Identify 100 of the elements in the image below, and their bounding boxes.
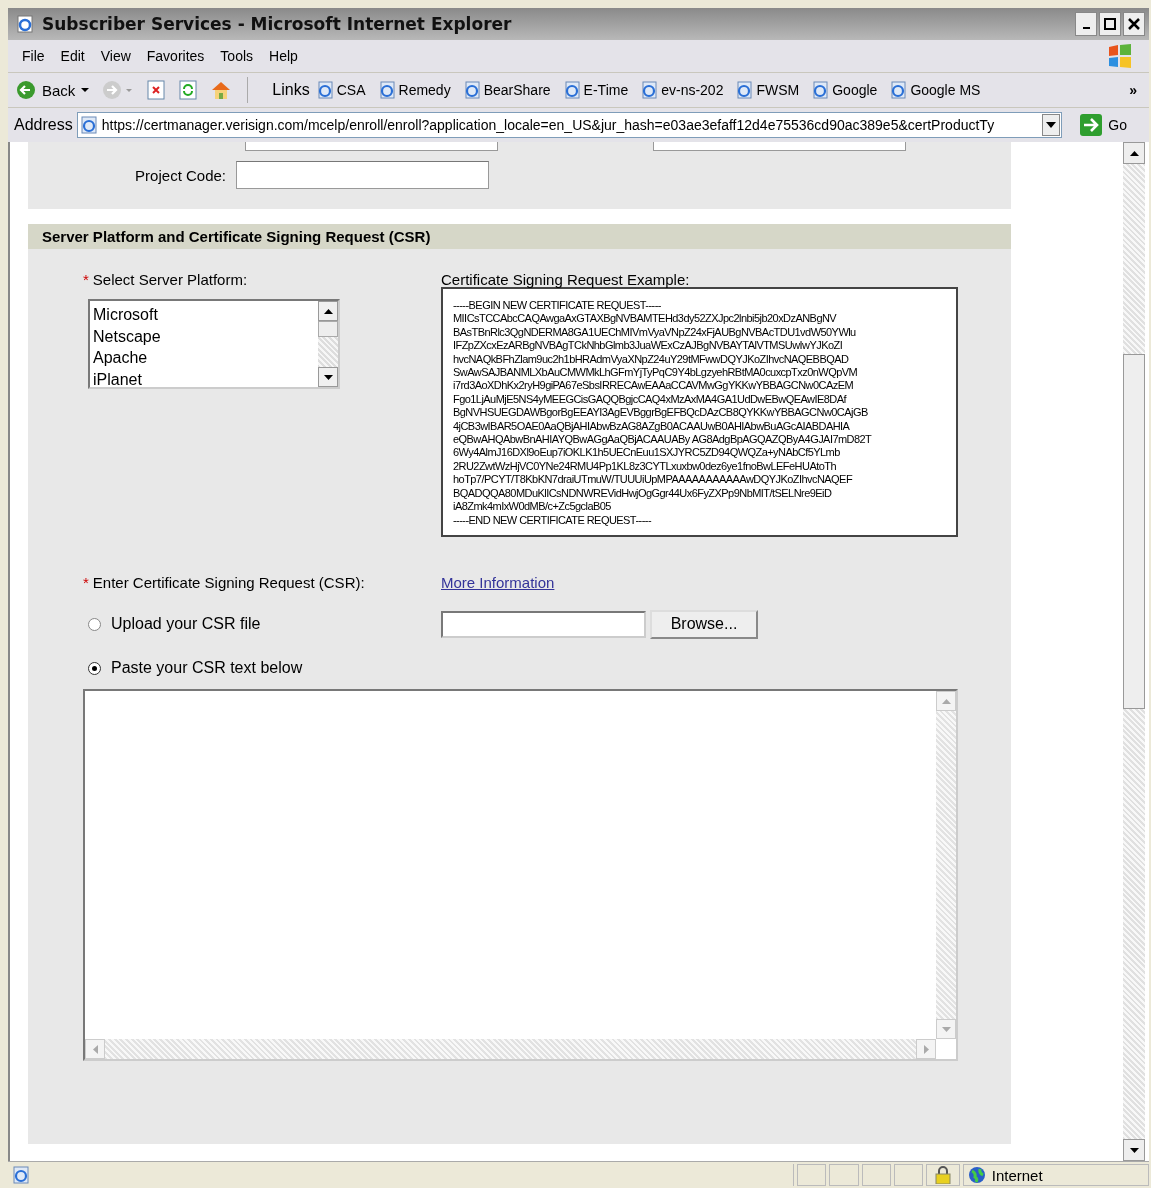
csr-line: BQADQQA80MDuKlICsNDNWREVidHwjOgGgr44Ux6FyZXPp9NbMIT/tSELNre9EiD <box>453 486 833 501</box>
scroll-left-button[interactable] <box>85 1039 105 1059</box>
project-code-field[interactable] <box>236 161 489 189</box>
close-button[interactable] <box>1123 12 1145 36</box>
csr-line: hoTp7/PCYT/T8KbKN7draiUTmuW/TUUUiUpMPAAAAAAAAAAAwDQYJKoZIhvcNAQEF <box>453 473 854 487</box>
page-icon <box>12 1166 30 1184</box>
field-label: Project Code: <box>134 166 226 184</box>
link-button[interactable]: Remedy <box>377 81 451 99</box>
radio-button[interactable] <box>88 617 101 631</box>
csr-line: iA8Zmk4mIxW0dMB/c+Zc5gclaB05 <box>453 500 612 514</box>
csr-line: IFZpZXcxEzARBgNVBAgTCkNhbGlmb3JuaWExCzAJBgNVBAYTAlVTMSUwIwYJKoZI <box>453 339 844 353</box>
more-links-button[interactable]: » <box>1129 82 1137 98</box>
minimize-button[interactable] <box>1075 12 1097 36</box>
list-option[interactable]: Apache <box>93 347 315 369</box>
link-button[interactable]: E-Time <box>562 81 629 99</box>
menu-item[interactable]: View <box>100 48 131 64</box>
csr-line: SwAwSAJBANMLXbAuCMWMkLhGFmYjTyPqC9Y4bLgzyehRBtMA0cuxcpTxz0nWQpVM <box>453 366 859 380</box>
stop-icon[interactable] <box>146 80 167 100</box>
link-button[interactable]: Google MS <box>889 81 981 99</box>
address-field[interactable]: https://certmanager.verisign.com/mcelp/enroll/enroll?application_locale=en_US&jur_hash=e03ae3efaff12d4e75536cd90ac389e5&certProductTy <box>76 112 1063 138</box>
link-button[interactable]: BearShare <box>462 81 551 99</box>
refresh-icon[interactable] <box>178 80 199 100</box>
menu-item[interactable]: Tools <box>220 48 254 64</box>
more-information-link[interactable]: More Information <box>441 573 555 591</box>
link-button[interactable]: Google <box>811 81 878 99</box>
radio-label: Paste your CSR text below <box>111 659 303 677</box>
globe-icon <box>967 1166 986 1184</box>
browse-button[interactable]: Browse... <box>650 609 758 639</box>
up-arrow-icon <box>1129 150 1139 156</box>
padlock-icon <box>935 1166 952 1184</box>
csr-line: MIICsTCCAbcCAQAwgaAxGTAXBgNVBAMTEHd3dy52ZXJpc2lnbi5jb20xDzANBgNV <box>453 312 838 326</box>
csr-line: Fgo1LjAuMjE5NS4yMEEGCisGAQQBgjcCAQ4xMzAxMA4GA1UdDwEBwQEAwIE8DAf <box>453 392 848 407</box>
section-header: Server Platform and Certificate Signing Request (CSR) <box>28 224 1011 249</box>
csr-line: 2RU2ZwtWzHjVC0YNe24RMU4Pp1KL8z3CYTLxuxbw0dez6ye1fnoBwLEFeHUAtoTh <box>453 459 837 474</box>
link-button[interactable]: FWSM <box>735 81 800 99</box>
field-label: Certificate Signing Request Example: <box>441 271 691 290</box>
minimize-icon <box>1082 27 1090 29</box>
field-label: Select Server Platform: <box>92 271 248 290</box>
page-icon <box>462 81 481 99</box>
right-arrow-icon <box>923 1044 929 1054</box>
csr-line: BAsTBnRlc3QgNDERMA8GA1UEChMIVmVyaVNpZ24xFjAUBgNVBAcTDU1vdW50YWlu <box>453 325 857 340</box>
page-icon <box>315 81 334 99</box>
page-icon <box>377 81 396 99</box>
csr-line: BgNVHSUEGDAWBgorBgEEAYI3AgEVBggrBgEFBQcDAzCB8QYKKwYBBAGCNw0CAjGB <box>453 406 869 420</box>
radio-label: Upload your CSR file <box>111 615 261 633</box>
csr-line: hvcNAQkBFhZlam9uc2h1bHRAdmVyaXNpZ24uY29tMFwwDQYJKoZIhvcNAQEBBQAD <box>453 352 850 367</box>
scroll-down-button[interactable] <box>318 367 338 387</box>
radio-button[interactable] <box>88 661 101 675</box>
up-arrow-icon <box>941 698 951 704</box>
dropdown-button[interactable] <box>1042 114 1061 136</box>
link-button[interactable]: CSA <box>315 81 366 99</box>
scroll-right-button[interactable] <box>916 1039 936 1059</box>
page-icon <box>79 116 98 134</box>
close-icon <box>1128 18 1140 30</box>
required-mark: * <box>83 271 89 290</box>
required-mark: * <box>83 573 89 591</box>
status-pane <box>829 1164 859 1186</box>
field-label: Enter Certificate Signing Request (CSR): <box>92 573 365 591</box>
link-button[interactable]: ev-ns-202 <box>640 81 724 99</box>
forward-button-icon[interactable] <box>102 80 135 100</box>
file-path-field[interactable] <box>441 610 646 638</box>
back-button[interactable]: Back <box>12 80 94 100</box>
menu-item[interactable]: File <box>22 48 45 64</box>
arrow-icon <box>1080 114 1103 136</box>
menu-item[interactable]: Favorites <box>146 48 205 64</box>
scroll-thumb[interactable] <box>1123 354 1145 709</box>
csr-line: -----BEGIN NEW CERTIFICATE REQUEST----- <box>453 299 662 313</box>
page-icon <box>735 81 754 99</box>
menu-item[interactable]: Edit <box>60 48 85 64</box>
csr-line: 6Wy4AlmJ16DXl9oEup7iOKLK1h5UECnEuu1SXJYRC5ZD94QWQZa+yNAbCf5YLmb <box>453 446 841 460</box>
left-arrow-icon <box>92 1044 98 1054</box>
go-button[interactable]: Go <box>1074 113 1133 137</box>
address-label: Address <box>14 116 73 134</box>
maximize-button[interactable] <box>1099 12 1121 36</box>
menu-item[interactable]: Help <box>269 48 298 64</box>
scroll-up-button[interactable] <box>1123 142 1145 164</box>
scrollbar[interactable] <box>318 301 338 387</box>
status-pane <box>861 1164 891 1186</box>
scroll-up-button[interactable] <box>318 301 338 321</box>
down-arrow-icon <box>1129 1147 1139 1153</box>
scroll-thumb[interactable] <box>318 321 338 337</box>
down-arrow-icon <box>323 374 333 380</box>
page-icon <box>562 81 581 99</box>
list-option[interactable]: Microsoft <box>93 304 315 326</box>
page-scrollbar[interactable] <box>1123 142 1145 1161</box>
platform-listbox[interactable]: Microsoft Netscape Apache iPlanet <box>88 299 340 389</box>
maximize-icon <box>1104 18 1116 30</box>
status-pane <box>893 1164 924 1186</box>
caret-icon <box>81 87 90 93</box>
page-icon <box>640 81 659 99</box>
browser-logo-icon <box>16 15 34 33</box>
list-option[interactable]: iPlanet <box>93 368 315 390</box>
window-title: Subscriber Services - Microsoft Internet Explorer <box>42 14 513 34</box>
zone-label: Internet <box>991 1166 1043 1184</box>
page-icon <box>811 81 830 99</box>
csr-line: eQBwAHQAbwBnAHIAYQBwAGgAaQBjACAAUABy AG8AdgBpAGQAZQByA4GJAI7mD82T <box>453 433 873 447</box>
list-option[interactable]: Netscape <box>93 325 315 347</box>
down-arrow-icon <box>941 1026 951 1032</box>
up-arrow-icon <box>323 308 333 314</box>
scroll-down-button[interactable] <box>1123 1139 1145 1161</box>
